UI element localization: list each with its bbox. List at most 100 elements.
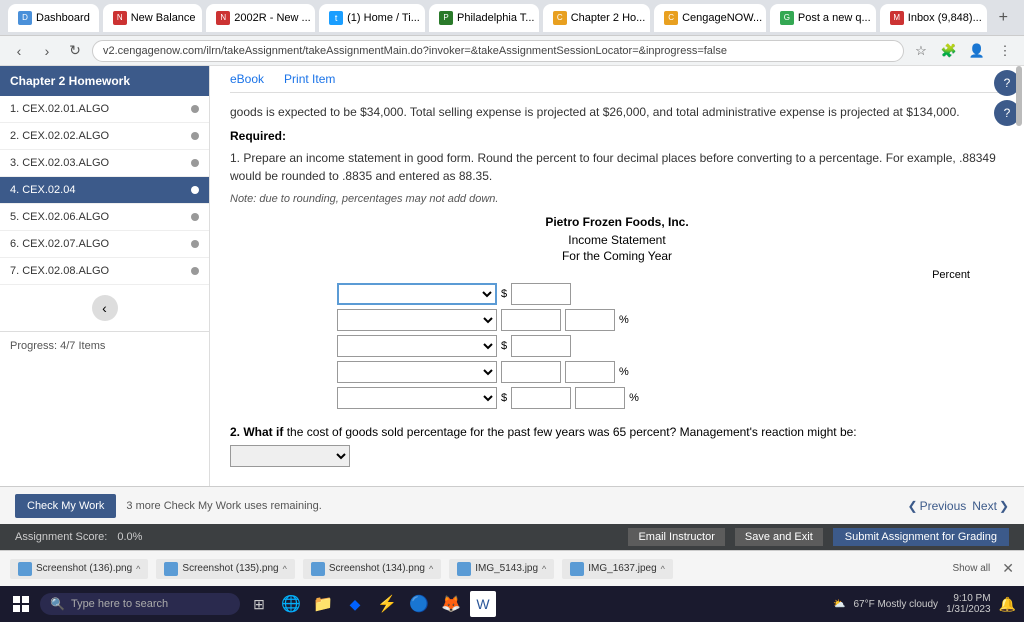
content-area: ? ? eBook Print Item goods is expected t… [210, 66, 1024, 486]
dropbox-icon[interactable]: ◆ [342, 591, 368, 617]
tab-post[interactable]: G Post a new q... ✕ [770, 4, 876, 32]
chrome-icon[interactable]: 🔵 [406, 591, 432, 617]
taskbar-search-box[interactable]: 🔍 Type here to search [40, 593, 240, 615]
sidebar-item-5[interactable]: 5. CEX.02.06.ALGO [0, 204, 209, 231]
print-item-link[interactable]: Print Item [284, 72, 335, 86]
row1-amount-input[interactable] [511, 283, 571, 305]
item-5-dot [191, 213, 199, 221]
row3-amount-input[interactable] [511, 335, 571, 357]
scroll-thumb[interactable] [1016, 66, 1022, 126]
row1-dropdown[interactable] [337, 283, 497, 305]
chevron-left-icon: ❮ [908, 499, 918, 513]
content-toolbar: eBook Print Item [230, 66, 1004, 93]
firefox-icon[interactable]: 🦊 [438, 591, 464, 617]
tab-chapter2[interactable]: C Chapter 2 Ho... ✕ [543, 4, 650, 32]
back-button[interactable]: ‹ [8, 40, 30, 62]
score-label: Assignment Score: [15, 531, 107, 543]
refresh-button[interactable]: ↻ [64, 40, 86, 62]
sidebar-item-1[interactable]: 1. CEX.02.01.ALGO [0, 96, 209, 123]
item-2-dot [191, 132, 199, 140]
previous-button[interactable]: ❮ Previous [908, 499, 967, 513]
download-chevron-4: ^ [661, 564, 665, 574]
scroll-bar[interactable] [1014, 66, 1022, 486]
unknown-icon[interactable]: ⚡ [374, 591, 400, 617]
tab-2002r[interactable]: N 2002R - New ... ✕ [206, 4, 315, 32]
download-chevron-1: ^ [283, 564, 287, 574]
submit-assignment-button[interactable]: Submit Assignment for Grading [833, 528, 1009, 546]
tab-twitter[interactable]: t (1) Home / Ti... ✕ [319, 4, 425, 32]
forward-button[interactable]: › [36, 40, 58, 62]
intro-text: goods is expected to be $34,000. Total s… [230, 103, 1004, 121]
png-icon-0 [18, 562, 32, 576]
close-tab-dashboard[interactable]: ✕ [98, 12, 99, 23]
download-chevron-2: ^ [429, 564, 433, 574]
tab-new-balance[interactable]: N New Balance ✕ [103, 4, 203, 32]
email-instructor-button[interactable]: Email Instructor [628, 528, 724, 546]
income-row-3: $ [337, 335, 897, 357]
extension-icon[interactable]: 🧩 [938, 40, 960, 62]
tab-philadelphia[interactable]: P Philadelphia T... ✕ [429, 4, 539, 32]
instruction1: 1. Prepare an income statement in good f… [230, 149, 1004, 185]
twitter-favicon: t [329, 11, 343, 25]
note-text: Note: due to rounding, percentages may n… [230, 193, 1004, 205]
sidebar-item-6[interactable]: 6. CEX.02.07.ALGO [0, 231, 209, 258]
row2-amount-input[interactable] [501, 309, 561, 331]
sidebar-item-4[interactable]: 4. CEX.02.04 [0, 177, 209, 204]
sidebar-item-2[interactable]: 2. CEX.02.02.ALGO [0, 123, 209, 150]
row2-pct-input[interactable] [565, 309, 615, 331]
check-work-remaining-text: 3 more Check My Work uses remaining. [126, 500, 321, 512]
bottom-action-bar: Check My Work 3 more Check My Work uses … [0, 486, 1024, 524]
item-1-dot [191, 105, 199, 113]
progress-section: Progress: 4/7 Items [0, 331, 209, 360]
required-label: Required: [230, 129, 1004, 143]
sidebar-item-7[interactable]: 7. CEX.02.08.ALGO [0, 258, 209, 285]
row4-amount-input[interactable] [501, 361, 561, 383]
income-row-1: $ [337, 283, 897, 305]
notification-icon[interactable]: 🔔 [999, 596, 1016, 613]
sidebar-item-3[interactable]: 3. CEX.02.03.ALGO [0, 150, 209, 177]
tab-dashboard[interactable]: D Dashboard ✕ [8, 4, 99, 32]
row3-dropdown[interactable] [337, 335, 497, 357]
explorer-icon[interactable]: 📁 [310, 591, 336, 617]
percent-column-header: Percent [932, 269, 970, 281]
row2-dropdown[interactable] [337, 309, 497, 331]
statement-title: Income Statement [230, 233, 1004, 247]
download-chevron-3: ^ [542, 564, 546, 574]
row5-dropdown[interactable] [337, 387, 497, 409]
tab-inbox[interactable]: M Inbox (9,848)... ✕ [880, 4, 987, 32]
new-balance-favicon: N [113, 11, 127, 25]
bookmark-star-icon[interactable]: ☆ [910, 40, 932, 62]
row4-dropdown[interactable] [337, 361, 497, 383]
score-value: 0.0% [117, 531, 142, 543]
profile-icon[interactable]: 👤 [966, 40, 988, 62]
pagination-controls: ❮ Previous Next ❯ [908, 499, 1010, 513]
task-view-icon[interactable]: ⊞ [246, 591, 272, 617]
show-all-downloads-button[interactable]: Show all [952, 563, 990, 574]
edge-icon[interactable]: 🌐 [278, 591, 304, 617]
weather-icon: ⛅ [833, 599, 845, 610]
income-row-4: % [337, 361, 897, 383]
url-bar[interactable]: v2.cengagenow.com/ilrn/takeAssignment/ta… [92, 40, 904, 62]
download-chevron-0: ^ [136, 564, 140, 574]
browser-tabs-bar: D Dashboard ✕ N New Balance ✕ N 2002R - … [0, 0, 1024, 36]
row4-pct-input[interactable] [565, 361, 615, 383]
new-tab-button[interactable]: + [991, 5, 1016, 31]
close-downloads-icon[interactable]: ✕ [1002, 560, 1014, 577]
tab-cengage[interactable]: C CengageNOW... ✕ [654, 4, 766, 32]
menu-icon[interactable]: ⋮ [994, 40, 1016, 62]
windows-start-icon[interactable] [8, 591, 34, 617]
word-icon[interactable]: W [470, 591, 496, 617]
section2-label: 2. What if [230, 425, 283, 439]
row5-pct-input[interactable] [575, 387, 625, 409]
sidebar-prev-button[interactable]: ‹ [92, 295, 118, 321]
item-6-dot [191, 240, 199, 248]
section2-dropdown[interactable] [230, 445, 350, 467]
next-button[interactable]: Next ❯ [972, 499, 1009, 513]
ebook-link[interactable]: eBook [230, 72, 264, 86]
row5-amount-input[interactable] [511, 387, 571, 409]
item-4-dot [191, 186, 199, 194]
save-exit-button[interactable]: Save and Exit [735, 528, 823, 546]
check-my-work-button[interactable]: Check My Work [15, 494, 116, 518]
taskbar: 🔍 Type here to search ⊞ 🌐 📁 ◆ ⚡ 🔵 🦊 W ⛅ … [0, 586, 1024, 622]
png-icon-2 [311, 562, 325, 576]
